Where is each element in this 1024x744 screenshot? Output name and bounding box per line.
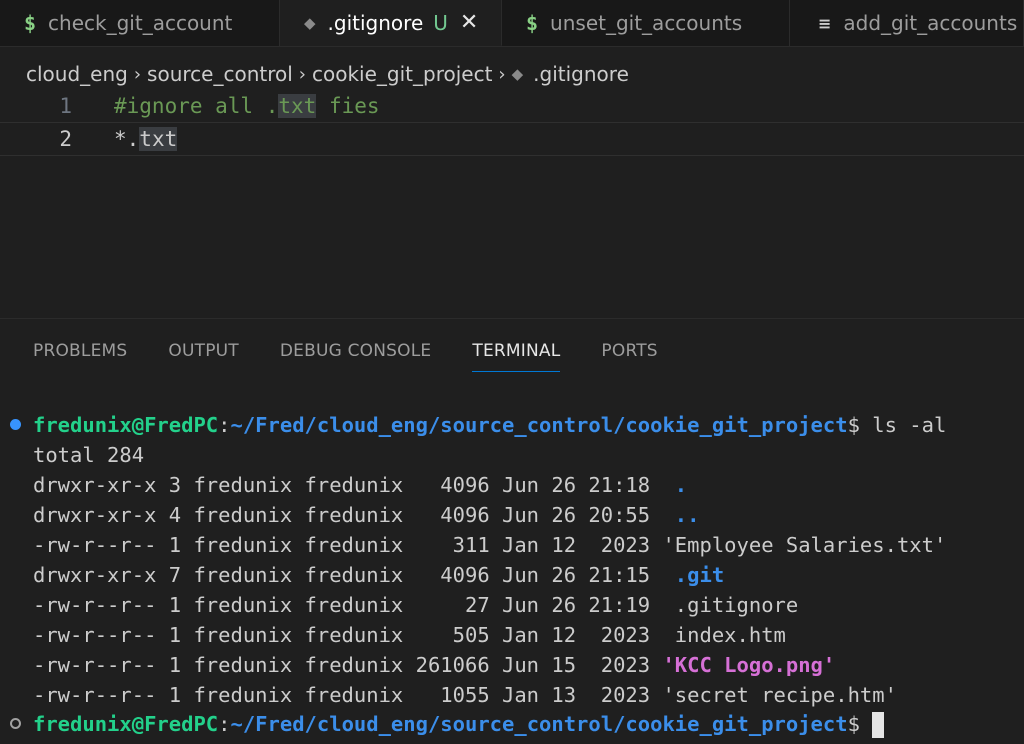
tab-check-git-account[interactable]: $ check_git_account (0, 0, 280, 46)
breadcrumb-item[interactable]: cookie_git_project (312, 62, 492, 86)
terminal-prompt-line: fredunix@FredPC:~/Fred/cloud_eng/source_… (33, 709, 885, 739)
file-meta: drwxr-xr-x 7 fredunix fredunix 4096 Jun … (33, 563, 675, 587)
tab-debug-console[interactable]: DEBUG CONSOLE (280, 341, 431, 372)
prompt-colon: : (218, 413, 231, 437)
breadcrumb: cloud_eng › source_control › cookie_git_… (26, 60, 629, 88)
close-icon[interactable]: ✕ (460, 10, 478, 35)
listing-row: -rw-r--r-- 1 fredunix fredunix 27 Jun 26… (33, 590, 798, 620)
terminal-output-line: total 284 (33, 443, 145, 467)
chevron-right-icon: › (133, 63, 142, 85)
listing-row: drwxr-xr-x 3 fredunix fredunix 4096 Jun … (33, 470, 687, 500)
file-name: 'KCC Logo.png' (662, 653, 836, 677)
tab-label: unset_git_accounts (550, 11, 743, 35)
chevron-right-icon: › (498, 63, 506, 85)
file-meta: drwxr-xr-x 3 fredunix fredunix 4096 Jun … (33, 473, 675, 497)
highlighted-text: txt (278, 94, 317, 118)
file-name: .git (674, 563, 725, 587)
terminal-cursor (872, 712, 885, 738)
prompt-path: ~/Fred/cloud_eng/source_control/cookie_g… (230, 712, 848, 736)
line-content: #ignore all .txt fies (114, 94, 380, 118)
line-number: 2 (59, 127, 72, 151)
terminal-prompt-line: fredunix@FredPC:~/Fred/cloud_eng/source_… (33, 410, 946, 440)
git-icon: ◆ (511, 65, 524, 83)
file-name: .. (674, 503, 700, 527)
listing-row: -rw-r--r-- 1 fredunix fredunix 311 Jan 1… (33, 530, 946, 560)
command-pending-dot-icon[interactable] (10, 718, 21, 729)
code-text: *. (114, 127, 140, 151)
prompt-path: ~/Fred/cloud_eng/source_control/cookie_g… (230, 413, 848, 437)
breadcrumb-item[interactable]: .gitignore (533, 62, 629, 86)
file-meta: -rw-r--r-- 1 fredunix fredunix 1055 Jan … (33, 683, 663, 707)
untracked-status-badge: U (433, 10, 448, 35)
git-icon: ◆ (304, 13, 316, 32)
tab-label: .gitignore (327, 10, 424, 35)
prompt-suffix: $ (847, 712, 873, 736)
listing-row: -rw-r--r-- 1 fredunix fredunix 1055 Jan … (33, 680, 897, 710)
file-meta: -rw-r--r-- 1 fredunix fredunix 505 Jan 1… (33, 623, 675, 647)
tab-gitignore[interactable]: ◆ .gitignore U ✕ (280, 0, 502, 46)
code-text: #ignore all . (114, 94, 279, 118)
file-meta: -rw-r--r-- 1 fredunix fredunix 311 Jan 1… (33, 533, 663, 557)
file-name: index.htm (674, 623, 786, 647)
prompt-suffix: $ (847, 413, 873, 437)
line-content: *.txt (114, 127, 178, 151)
tab-output[interactable]: OUTPUT (168, 341, 239, 372)
listing-row: drwxr-xr-x 4 fredunix fredunix 4096 Jun … (33, 500, 699, 530)
listing-row: drwxr-xr-x 7 fredunix fredunix 4096 Jun … (33, 560, 724, 590)
line-number: 1 (59, 94, 72, 118)
prompt-user: fredunix@FredPC (33, 413, 219, 437)
tab-add-git-accounts[interactable]: ≡ add_git_accounts (790, 0, 1024, 46)
prompt-colon: : (218, 712, 231, 736)
highlighted-text: txt (139, 127, 178, 151)
file-name: 'secret recipe.htm' (662, 683, 897, 707)
tab-label: check_git_account (48, 11, 233, 35)
tab-unset-git-accounts[interactable]: $ unset_git_accounts (502, 0, 790, 46)
code-text: fies (316, 94, 380, 118)
breadcrumb-item[interactable]: cloud_eng (26, 62, 128, 86)
editor-line[interactable]: 1 #ignore all .txt fies (0, 90, 1024, 122)
file-meta: drwxr-xr-x 4 fredunix fredunix 4096 Jun … (33, 503, 675, 527)
editor-tab-bar: $ check_git_account ◆ .gitignore U ✕ $ u… (0, 0, 1024, 47)
tab-label: add_git_accounts (843, 11, 1018, 35)
dollar-icon: $ (24, 11, 37, 35)
tab-ports[interactable]: PORTS (601, 341, 657, 372)
file-name: .gitignore (674, 593, 799, 617)
tab-terminal[interactable]: TERMINAL (472, 341, 561, 372)
listing-row: -rw-r--r-- 1 fredunix fredunix 261066 Ju… (33, 650, 835, 680)
file-name: . (674, 473, 688, 497)
editor-line-current[interactable]: 2 *.txt (0, 122, 1024, 156)
listing-row: -rw-r--r-- 1 fredunix fredunix 505 Jan 1… (33, 620, 786, 650)
breadcrumb-item[interactable]: source_control (147, 62, 293, 86)
panel-tabs: PROBLEMS OUTPUT DEBUG CONSOLE TERMINAL P… (33, 341, 699, 372)
bottom-panel: PROBLEMS OUTPUT DEBUG CONSOLE TERMINAL P… (0, 318, 1024, 744)
code-editor[interactable]: 1 #ignore all .txt fies 2 *.txt (0, 90, 1024, 318)
prompt-user: fredunix@FredPC (33, 712, 219, 736)
lines-icon: ≡ (818, 13, 832, 33)
command-text: ls -al (872, 413, 947, 437)
dollar-icon: $ (526, 11, 539, 35)
command-success-dot-icon[interactable] (10, 419, 21, 430)
file-meta: -rw-r--r-- 1 fredunix fredunix 261066 Ju… (33, 653, 663, 677)
tab-problems[interactable]: PROBLEMS (33, 341, 127, 372)
file-name: 'Employee Salaries.txt' (662, 533, 947, 557)
file-meta: -rw-r--r-- 1 fredunix fredunix 27 Jun 26… (33, 593, 675, 617)
chevron-right-icon: › (298, 63, 306, 85)
